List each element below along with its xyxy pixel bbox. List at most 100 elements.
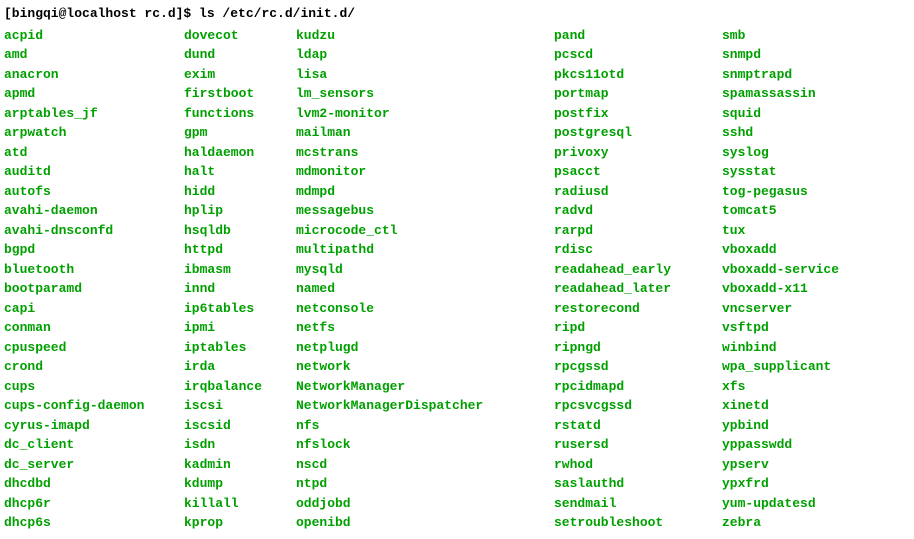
- file-entry: isdn: [184, 435, 296, 455]
- file-entry: postfix: [554, 104, 722, 124]
- file-entry: xinetd: [722, 396, 839, 416]
- file-entry: anacron: [4, 65, 184, 85]
- file-entry: acpid: [4, 26, 184, 46]
- file-entry: smb: [722, 26, 839, 46]
- file-entry: mcstrans: [296, 143, 554, 163]
- file-entry: irda: [184, 357, 296, 377]
- file-entry: multipathd: [296, 240, 554, 260]
- file-entry: netfs: [296, 318, 554, 338]
- file-entry: setroubleshoot: [554, 513, 722, 533]
- file-entry: sysstat: [722, 162, 839, 182]
- file-entry: mdmpd: [296, 182, 554, 202]
- file-entry: dhcdbd: [4, 474, 184, 494]
- file-entry: dund: [184, 45, 296, 65]
- file-entry: rwhod: [554, 455, 722, 475]
- file-entry: hplip: [184, 201, 296, 221]
- file-entry: hsqldb: [184, 221, 296, 241]
- file-entry: NetworkManagerDispatcher: [296, 396, 554, 416]
- file-entry: squid: [722, 104, 839, 124]
- file-entry: named: [296, 279, 554, 299]
- file-entry: sendmail: [554, 494, 722, 514]
- listing-column-2: dovecotdundeximfirstbootfunctionsgpmhald…: [184, 26, 296, 533]
- file-entry: vboxadd-x11: [722, 279, 839, 299]
- file-entry: lm_sensors: [296, 84, 554, 104]
- file-entry: httpd: [184, 240, 296, 260]
- file-entry: kadmin: [184, 455, 296, 475]
- file-entry: spamassassin: [722, 84, 839, 104]
- file-entry: dhcp6r: [4, 494, 184, 514]
- file-entry: irqbalance: [184, 377, 296, 397]
- file-entry: nfslock: [296, 435, 554, 455]
- file-entry: radvd: [554, 201, 722, 221]
- file-entry: mdmonitor: [296, 162, 554, 182]
- file-entry: crond: [4, 357, 184, 377]
- file-entry: vsftpd: [722, 318, 839, 338]
- file-entry: pcscd: [554, 45, 722, 65]
- file-entry: firstboot: [184, 84, 296, 104]
- file-entry: functions: [184, 104, 296, 124]
- file-entry: nfs: [296, 416, 554, 436]
- file-entry: rusersd: [554, 435, 722, 455]
- file-entry: messagebus: [296, 201, 554, 221]
- file-entry: kdump: [184, 474, 296, 494]
- file-entry: kprop: [184, 513, 296, 533]
- file-entry: saslauthd: [554, 474, 722, 494]
- file-entry: innd: [184, 279, 296, 299]
- file-entry: rstatd: [554, 416, 722, 436]
- file-entry: dc_client: [4, 435, 184, 455]
- file-entry: ypxfrd: [722, 474, 839, 494]
- file-entry: haldaemon: [184, 143, 296, 163]
- file-entry: arpwatch: [4, 123, 184, 143]
- file-entry: ripd: [554, 318, 722, 338]
- file-entry: postgresql: [554, 123, 722, 143]
- file-entry: pand: [554, 26, 722, 46]
- file-entry: snmptrapd: [722, 65, 839, 85]
- file-entry: psacct: [554, 162, 722, 182]
- file-entry: ypserv: [722, 455, 839, 475]
- file-entry: iscsi: [184, 396, 296, 416]
- file-entry: vboxadd-service: [722, 260, 839, 280]
- file-entry: exim: [184, 65, 296, 85]
- file-entry: microcode_ctl: [296, 221, 554, 241]
- file-entry: yppasswdd: [722, 435, 839, 455]
- file-entry: killall: [184, 494, 296, 514]
- file-entry: readahead_early: [554, 260, 722, 280]
- file-entry: atd: [4, 143, 184, 163]
- file-entry: wpa_supplicant: [722, 357, 839, 377]
- file-entry: xfs: [722, 377, 839, 397]
- file-entry: ntpd: [296, 474, 554, 494]
- file-entry: iscsid: [184, 416, 296, 436]
- file-entry: portmap: [554, 84, 722, 104]
- file-entry: iptables: [184, 338, 296, 358]
- file-entry: bgpd: [4, 240, 184, 260]
- file-entry: ripngd: [554, 338, 722, 358]
- file-entry: mysqld: [296, 260, 554, 280]
- file-entry: bluetooth: [4, 260, 184, 280]
- file-entry: dovecot: [184, 26, 296, 46]
- file-entry: cups-config-daemon: [4, 396, 184, 416]
- file-entry: zebra: [722, 513, 839, 533]
- listing-column-5: smbsnmpdsnmptrapdspamassassinsquidsshdsy…: [722, 26, 839, 533]
- file-entry: halt: [184, 162, 296, 182]
- listing-column-4: pandpcscdpkcs11otdportmappostfixpostgres…: [554, 26, 722, 533]
- file-entry: apmd: [4, 84, 184, 104]
- file-entry: lisa: [296, 65, 554, 85]
- file-entry: autofs: [4, 182, 184, 202]
- file-entry: kudzu: [296, 26, 554, 46]
- file-entry: capi: [4, 299, 184, 319]
- listing-column-1: acpidamdanacronapmdarptables_jfarpwatcha…: [4, 26, 184, 533]
- file-entry: winbind: [722, 338, 839, 358]
- file-entry: readahead_later: [554, 279, 722, 299]
- file-entry: mailman: [296, 123, 554, 143]
- file-entry: nscd: [296, 455, 554, 475]
- file-entry: rpcgssd: [554, 357, 722, 377]
- file-entry: cups: [4, 377, 184, 397]
- file-entry: rpcsvcgssd: [554, 396, 722, 416]
- file-entry: rarpd: [554, 221, 722, 241]
- file-entry: dc_server: [4, 455, 184, 475]
- file-entry: tux: [722, 221, 839, 241]
- file-entry: network: [296, 357, 554, 377]
- file-entry: avahi-dnsconfd: [4, 221, 184, 241]
- shell-prompt: [bingqi@localhost rc.d]$ ls /etc/rc.d/in…: [4, 4, 910, 24]
- file-entry: privoxy: [554, 143, 722, 163]
